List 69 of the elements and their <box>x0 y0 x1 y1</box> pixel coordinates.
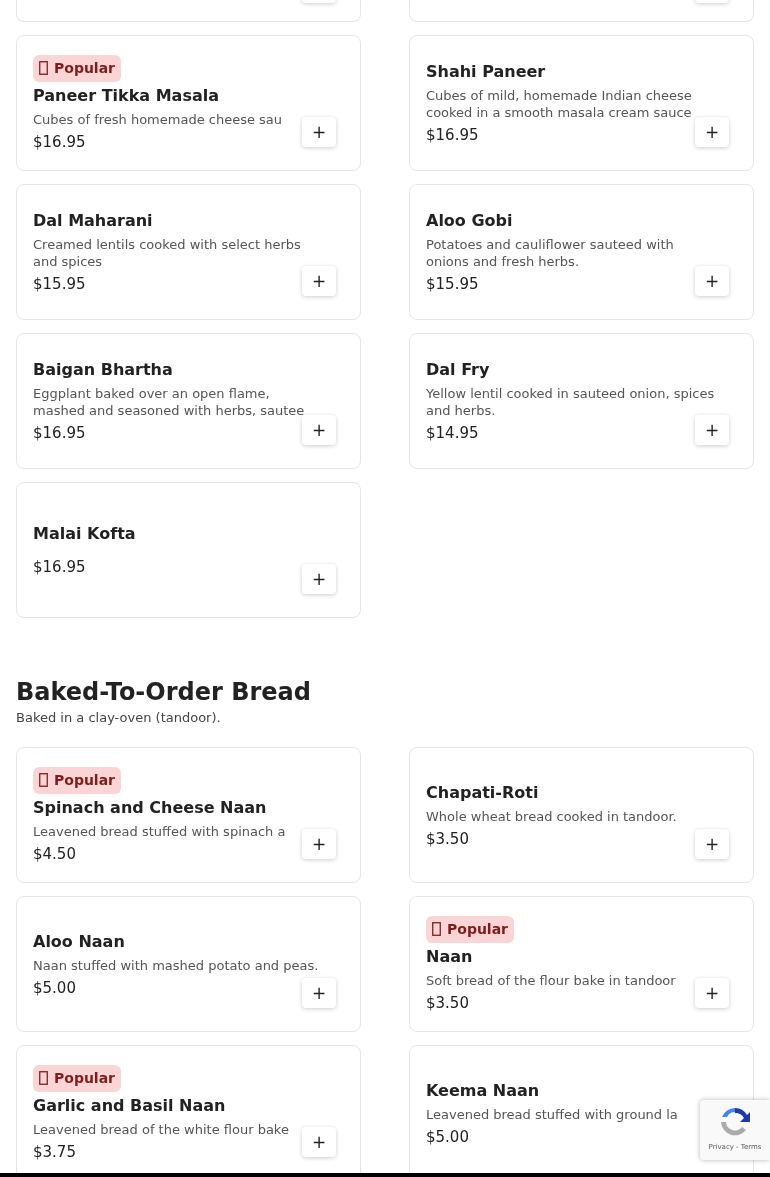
item-price: $5.00 <box>426 1126 469 1147</box>
item-price: $15.95 <box>33 274 86 294</box>
item-description: Soft bread of the flour bake in tandoor <box>426 971 676 989</box>
item-price: $16.95 <box>426 125 479 145</box>
item-name: Keema Naan <box>426 1079 540 1102</box>
add-button[interactable]: + <box>695 978 729 1008</box>
menu-card[interactable]: Dal Maharani Creamed lentils cooked with select herbs and spices $15.95 + <box>16 184 361 320</box>
item-description: Leavened bread of the white flour bake <box>33 1120 289 1138</box>
missing-glyph-icon <box>432 922 441 936</box>
section-subtitle: Baked in a clay-oven (tandoor). <box>16 709 222 727</box>
menu-card[interactable]: Popular Naan Soft bread of the flour bake in tandoor $3.50 + <box>409 896 754 1032</box>
item-description: Cubes of mild, homemade Indian cheese cooked in a smooth masala cream sauce <box>426 87 693 121</box>
item-price: $3.50 <box>426 992 469 1013</box>
add-button[interactable]: + <box>302 978 336 1008</box>
item-price: $15.95 <box>426 274 479 294</box>
item-price: $16.95 <box>33 423 86 443</box>
badge-label: Popular <box>54 58 116 78</box>
menu-card[interactable]: Popular Paneer Tikka Masala Cubes of fresh homemade cheese sau $16.95 + <box>16 35 361 171</box>
add-button[interactable]: + <box>302 829 336 859</box>
menu-card[interactable]: Shahi Paneer Cubes of mild, homemade Indian cheese cooked in a smooth masala cream sauce $16.95 + <box>409 35 754 171</box>
menu-card[interactable]: Popular Spinach and Cheese Naan Leavened bread stuffed with spinach a $4.50 + <box>16 747 361 883</box>
item-price: $3.75 <box>33 1141 76 1162</box>
badge-label: Popular <box>54 1068 116 1088</box>
item-name: Dal Maharani <box>33 210 153 232</box>
add-button[interactable]: + <box>302 117 336 147</box>
add-button[interactable]: + <box>695 117 729 147</box>
item-price: $3.50 <box>426 828 469 849</box>
badge-label: Popular <box>447 919 509 939</box>
item-name: Paneer Tikka Masala <box>33 84 219 107</box>
item-name: Dal Fry <box>426 359 490 381</box>
item-price: $14.95 <box>426 423 479 443</box>
menu-card[interactable]: Malai Kofta $16.95 + <box>16 482 361 618</box>
item-name: Baigan Bhartha <box>33 359 173 381</box>
item-name: Aloo Naan <box>33 930 125 953</box>
item-name: Chapati-Roti <box>426 781 539 804</box>
menu-card[interactable]: Dal Fry Yellow lentil cooked in sauteed onion, spices and herbs. $14.95 + <box>409 333 754 469</box>
add-button[interactable]: + <box>302 564 336 594</box>
item-name: Shahi Paneer <box>426 61 546 83</box>
badge-label: Popular <box>54 770 116 790</box>
item-price: $5.00 <box>33 977 76 998</box>
add-button[interactable]: + <box>302 266 336 296</box>
item-description: Whole wheat bread cooked in tandoor. <box>426 807 677 825</box>
item-price: $4.50 <box>33 843 76 864</box>
missing-glyph-icon <box>39 773 48 787</box>
menu-card[interactable]: Chapati-Roti Whole wheat bread cooked in tandoor. $3.50 + <box>409 747 754 883</box>
add-button[interactable]: + <box>302 415 336 445</box>
menu-card[interactable]: Baigan Bhartha Eggplant baked over an open flame, mashed and seasoned with herbs, sautee $16.95 + <box>16 333 361 469</box>
missing-glyph-icon <box>39 1071 48 1085</box>
missing-glyph-icon <box>39 61 48 75</box>
item-name: Garlic and Basil Naan <box>33 1094 226 1117</box>
item-description: Cubes of fresh homemade cheese sau <box>33 110 283 128</box>
section-title: Baked-To-Order Bread <box>16 677 312 707</box>
item-description: Potatoes and cauliflower sauteed with onions and fresh herbs. <box>426 236 675 270</box>
item-description: Creamed lentils cooked with select herbs and spices <box>33 236 302 270</box>
item-description: Leavened bread stuffed with spinach a <box>33 822 286 840</box>
item-name: Spinach and Cheese Naan <box>33 796 267 819</box>
add-button[interactable]: + <box>302 1127 336 1157</box>
item-name: Naan <box>426 945 473 968</box>
add-button[interactable]: + <box>695 829 729 859</box>
item-name: Malai Kofta <box>33 523 136 545</box>
add-button[interactable]: + <box>695 415 729 445</box>
add-button[interactable]: + <box>695 266 729 296</box>
menu-card[interactable]: Aloo Gobi Potatoes and cauliflower sauteed with onions and fresh herbs. $15.95 + <box>409 184 754 320</box>
item-description: Naan stuffed with mashed potato and peas. <box>33 956 319 974</box>
item-name: Aloo Gobi <box>426 210 513 232</box>
menu-card[interactable]: Aloo Naan Naan stuffed with mashed potato and peas. $5.00 + <box>16 896 361 1032</box>
item-description: Leavened bread stuffed with ground la <box>426 1105 678 1123</box>
item-price: $16.95 <box>33 557 86 577</box>
item-price: $16.95 <box>33 131 86 152</box>
